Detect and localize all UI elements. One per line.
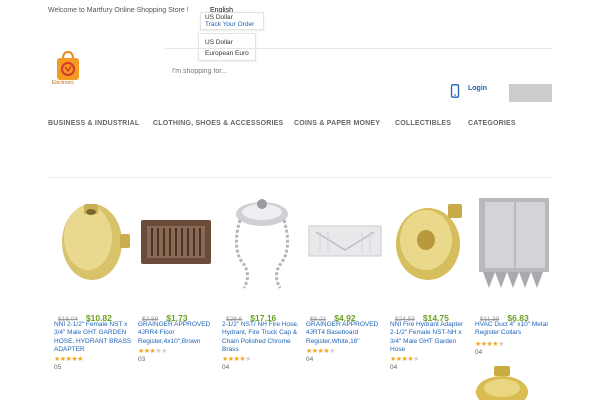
product-name-link[interactable]: GRAINGER APPROVED 4JRT4 Baseboard Regist… xyxy=(306,321,384,346)
product-name-link[interactable]: HVAC Duct 4" x10" Metal Register Collars xyxy=(475,321,553,338)
logo-text: Electronic xyxy=(52,80,74,86)
product-card[interactable] xyxy=(138,192,216,297)
product-name-link[interactable]: 2-1/2" NST/ NH Fire Hose, Hydrant, Fire … xyxy=(222,321,300,354)
rating-stars: ★★★★★ xyxy=(54,356,83,363)
review-count: 04 xyxy=(390,364,398,371)
product-image-partial[interactable] xyxy=(474,364,530,400)
nav-business-industrial[interactable]: BUSINESS & INDUSTRIAL xyxy=(48,120,139,127)
track-order-link[interactable]: Track Your Order xyxy=(205,21,254,28)
search-input[interactable] xyxy=(172,68,372,75)
nav-clothing-shoes[interactable]: CLOTHING, SHOES & ACCESSORIES xyxy=(153,120,283,127)
product-name-link[interactable]: GRAINGER APPROVED 4JRR4 Floor Register,4… xyxy=(138,321,216,346)
product-image[interactable] xyxy=(54,192,132,292)
product-image[interactable] xyxy=(222,192,300,292)
welcome-text: Welcome to Martfury Online Shopping Stor… xyxy=(48,7,189,14)
product-card[interactable] xyxy=(390,192,468,297)
top-bar: Welcome to Martfury Online Shopping Stor… xyxy=(0,0,600,22)
product-image[interactable] xyxy=(306,192,384,292)
section-divider xyxy=(48,177,552,178)
review-count: 03 xyxy=(138,356,146,363)
review-count: 04 xyxy=(306,356,314,363)
currency-dropdown[interactable]: US Dollar Track Your Order xyxy=(200,12,264,30)
rating-stars: ★★★★★ xyxy=(475,341,504,348)
product-card[interactable] xyxy=(54,192,132,297)
product-image[interactable] xyxy=(475,192,553,292)
product-card[interactable] xyxy=(475,192,553,297)
category-nav: BUSINESS & INDUSTRIAL CLOTHING, SHOES & … xyxy=(48,120,552,132)
rating-stars: ★★★★★ xyxy=(222,356,251,363)
phone-icon[interactable] xyxy=(450,84,460,98)
rating-stars: ★★★★★ xyxy=(390,356,419,363)
product-name-link[interactable]: NNI 2-1/2" Female NST x 3/4" Male GHT GA… xyxy=(54,321,132,354)
product-image[interactable] xyxy=(390,192,468,292)
login-link[interactable]: Login xyxy=(468,85,487,92)
product-card[interactable] xyxy=(222,192,300,297)
review-count: 04 xyxy=(475,349,483,356)
review-count: 05 xyxy=(54,364,62,371)
currency-option-usd[interactable]: US Dollar xyxy=(205,39,233,46)
nav-collectibles[interactable]: COLLECTIBLES xyxy=(395,120,451,127)
rating-stars: ★★★★★ xyxy=(138,348,167,355)
search-divider xyxy=(165,48,552,49)
currency-current[interactable]: US Dollar xyxy=(205,14,233,21)
product-name-link[interactable]: NNI Fire Hydrant Adapter 2-1/2" Female N… xyxy=(390,321,468,354)
nav-categories[interactable]: CATEGORIES xyxy=(468,120,516,127)
product-image[interactable] xyxy=(138,192,216,292)
currency-option-eur[interactable]: European Euro xyxy=(205,50,249,57)
rating-stars: ★★★★★ xyxy=(306,348,335,355)
header-action-button[interactable] xyxy=(509,84,552,102)
nav-coins-paper-money[interactable]: COINS & PAPER MONEY xyxy=(294,120,380,127)
store-logo[interactable] xyxy=(54,50,82,84)
currency-options-menu: US Dollar European Euro xyxy=(198,33,256,61)
review-count: 04 xyxy=(222,364,230,371)
product-card[interactable] xyxy=(306,192,384,297)
